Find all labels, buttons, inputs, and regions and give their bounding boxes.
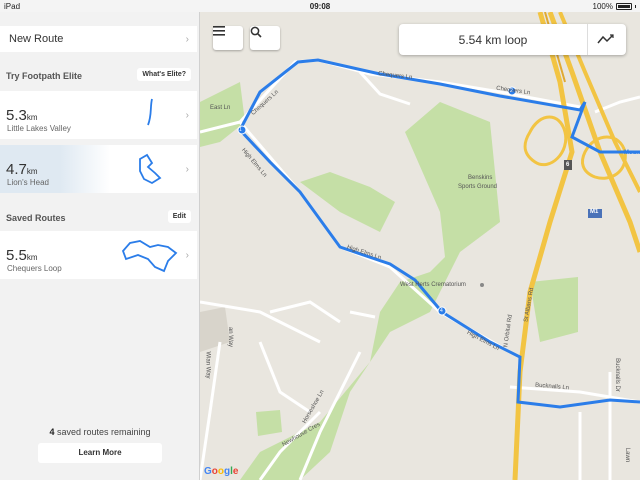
label-lawn: Lawn bbox=[624, 447, 631, 463]
route-name: Lion's Head bbox=[7, 178, 49, 187]
sidebar: New Route › Try Footpath Elite What's El… bbox=[0, 12, 200, 480]
label-an-way: an Way bbox=[227, 326, 234, 348]
chevron-right-icon: › bbox=[185, 33, 189, 45]
whats-elite-button[interactable]: What's Elite? bbox=[137, 68, 191, 81]
label-crematorium: West Herts Crematorium bbox=[400, 282, 466, 288]
route-name: Chequers Loop bbox=[7, 264, 62, 273]
label-sports-ground: Sports Ground bbox=[458, 184, 498, 190]
search-button[interactable] bbox=[250, 26, 280, 50]
battery-tip bbox=[635, 5, 636, 8]
chevron-right-icon: › bbox=[185, 164, 189, 175]
label-bucknalls-dr: Bucknalls Dr bbox=[613, 358, 620, 392]
learn-more-button[interactable]: Learn More bbox=[38, 443, 162, 463]
footpath-elite-heading: Try Footpath Elite bbox=[6, 71, 83, 81]
edit-button[interactable]: Edit bbox=[167, 210, 191, 223]
battery-icon bbox=[616, 3, 632, 10]
map-view[interactable]: East Ln Chequers Ln Chequers Ln Chequers… bbox=[200, 12, 640, 480]
label-east-ln: East Ln bbox=[210, 105, 231, 111]
route-name: Little Lakes Valley bbox=[7, 124, 71, 133]
search-icon bbox=[250, 26, 262, 38]
elevation-chart-icon[interactable] bbox=[597, 33, 615, 45]
divider bbox=[587, 24, 588, 55]
route-card-little-lakes[interactable]: 5.3km Little Lakes Valley › bbox=[0, 91, 197, 139]
status-time: 09:08 bbox=[309, 2, 331, 11]
chevron-right-icon: › bbox=[185, 110, 189, 121]
map-canvas bbox=[200, 12, 640, 480]
battery-percent: 100% bbox=[592, 2, 613, 11]
menu-icon bbox=[213, 26, 225, 36]
status-right: 100% bbox=[593, 2, 636, 11]
chevron-right-icon: › bbox=[185, 250, 189, 261]
remaining-routes-text: 4 saved routes remaining bbox=[49, 427, 151, 437]
route-distance: 4.7km bbox=[6, 161, 38, 178]
label-wian-way: Wian Way bbox=[204, 351, 211, 379]
google-logo: Google bbox=[204, 466, 239, 477]
status-bar: iPad 09:08 100% bbox=[0, 0, 640, 12]
route-distance: 5.3km bbox=[6, 107, 38, 124]
route-distance-title: 5.54 km loop bbox=[458, 33, 528, 47]
label-moun: Moun bbox=[624, 150, 640, 156]
route-distance: 5.5km bbox=[6, 247, 38, 264]
saved-routes-heading: Saved Routes bbox=[6, 213, 66, 223]
label-junction-6: 6 bbox=[566, 162, 570, 168]
route-summary-bar[interactable]: 5.54 km loop bbox=[399, 24, 626, 55]
route-marker-1: 1 bbox=[239, 127, 242, 133]
route-marker-4: 4 bbox=[440, 308, 443, 314]
menu-button[interactable] bbox=[213, 26, 243, 50]
label-benskins: Benskins bbox=[468, 175, 493, 181]
label-m1: M1 bbox=[590, 209, 599, 215]
new-route-label: New Route bbox=[9, 33, 64, 45]
route-card-lions-head[interactable]: 4.7km Lion's Head › bbox=[0, 145, 197, 193]
route-card-chequers-loop[interactable]: 5.5km Chequers Loop › bbox=[0, 231, 197, 279]
new-route-button[interactable]: New Route › bbox=[0, 26, 197, 52]
route-marker-2: 2 bbox=[510, 88, 513, 94]
